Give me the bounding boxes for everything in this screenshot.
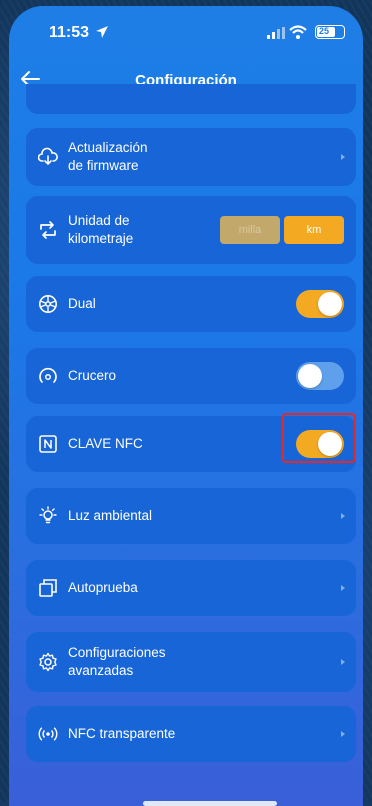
swap-arrows-icon xyxy=(40,221,56,239)
wheel-icon xyxy=(39,295,57,313)
chevron-right-icon xyxy=(341,659,345,665)
ambient-light-row[interactable]: Luz ambiental xyxy=(26,488,356,544)
highlight-box xyxy=(282,413,356,463)
wifi-icon xyxy=(289,25,307,39)
unit-km-button[interactable]: km xyxy=(284,216,344,244)
self-test-label: Autoprueba xyxy=(68,580,138,595)
copy-squares-icon xyxy=(39,579,57,597)
dual-label: Dual xyxy=(68,296,96,311)
chevron-right-icon xyxy=(341,154,345,160)
firmware-label-line2: de firmware xyxy=(68,158,139,173)
cloud-download-icon xyxy=(38,147,58,165)
cruise-label: Crucero xyxy=(68,368,117,383)
battery-icon: 25 xyxy=(315,25,345,39)
chevron-right-icon xyxy=(341,585,345,591)
unit-mile-button[interactable]: milla xyxy=(220,216,280,244)
nfc-icon xyxy=(39,435,57,453)
odometer-unit-row: Unidad de kilometraje milla km xyxy=(26,196,356,264)
nfc-transparent-label: NFC transparente xyxy=(68,726,176,741)
toggle-knob xyxy=(298,364,322,388)
firmware-label-line1: Actualización xyxy=(68,140,148,155)
advanced-settings-label: Configuraciones avanzadas xyxy=(68,644,166,680)
speedometer-icon xyxy=(39,367,57,383)
ambient-light-label: Luz ambiental xyxy=(68,508,153,523)
chevron-right-icon xyxy=(341,731,345,737)
nfc-key-label: CLAVE NFC xyxy=(68,436,143,451)
gear-icon xyxy=(39,652,57,672)
light-bulb-icon xyxy=(39,506,57,524)
odometer-label: Unidad de kilometraje xyxy=(68,212,133,248)
broadcast-icon xyxy=(38,727,58,741)
cruise-toggle[interactable] xyxy=(296,362,344,390)
signal-icon xyxy=(267,27,285,39)
firmware-label: Actualización de firmware xyxy=(68,139,148,175)
status-time: 11:53 xyxy=(49,24,90,41)
status-bar: 11:53 25 xyxy=(9,6,363,54)
chevron-right-icon xyxy=(341,513,345,519)
location-arrow-icon xyxy=(96,26,108,38)
advanced-settings-row[interactable]: Configuraciones avanzadas xyxy=(26,632,356,692)
advanced-label-line1: Configuraciones xyxy=(68,645,166,660)
odometer-label-line1: Unidad de xyxy=(68,213,130,228)
settings-card-partial xyxy=(26,84,356,114)
toggle-knob xyxy=(318,292,342,316)
dual-row: Dual xyxy=(26,276,356,332)
cruise-row: Crucero xyxy=(26,348,356,404)
phone-screen: 11:53 25 Configuración Actualización de … xyxy=(9,6,363,806)
self-test-row[interactable]: Autoprueba xyxy=(26,560,356,616)
odometer-label-line2: kilometraje xyxy=(68,231,134,246)
advanced-label-line2: avanzadas xyxy=(68,663,134,678)
firmware-update-row[interactable]: Actualización de firmware xyxy=(26,128,356,186)
nfc-transparent-row[interactable]: NFC transparente xyxy=(26,706,356,762)
dual-toggle[interactable] xyxy=(296,290,344,318)
battery-level: 25 xyxy=(319,26,330,36)
